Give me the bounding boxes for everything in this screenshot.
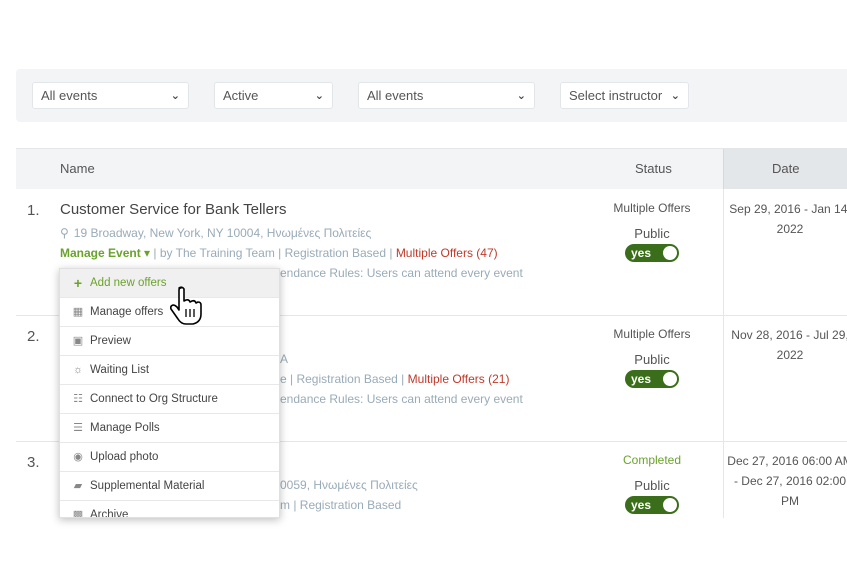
menu-item-label: Manage Polls (90, 422, 160, 434)
visibility-label: Public (634, 478, 670, 493)
event-title[interactable]: Customer Service for Bank Tellers (60, 201, 286, 218)
folder-icon: ▰ (73, 479, 83, 492)
users-icon: ☼ (72, 363, 84, 376)
status-filter-value: Active (223, 88, 259, 103)
toggle-label: yes (631, 498, 652, 512)
toggle-knob (663, 498, 677, 512)
event-address: A (280, 352, 289, 366)
hand-cursor-icon (169, 285, 204, 332)
chevron-down-icon: ⌄ (670, 90, 680, 102)
menu-item-label: Connect to Org Structure (90, 393, 218, 405)
menu-item-upload-photo[interactable]: ◉ Upload photo (60, 443, 279, 472)
menu-item-label: Supplemental Material (90, 480, 205, 492)
events-filter-2-select[interactable]: All events ⌄ (358, 82, 535, 109)
date-cell: Sep 29, 2016 - Jan 14, 2022 (723, 189, 847, 315)
offers-link[interactable]: Multiple Offers (21) (408, 372, 510, 386)
events-filter-value: All events (41, 88, 98, 103)
menu-item-label: Waiting List (90, 364, 150, 376)
row-number: 1. (27, 202, 40, 219)
toggle-label: yes (631, 246, 652, 260)
date-text: Dec 27, 2016 06:00 AM - Dec 27, 2016 02:… (727, 454, 847, 508)
public-toggle[interactable]: yes (625, 496, 679, 514)
table-header: Name Status Date (16, 148, 847, 189)
menu-item-label: Manage offers (90, 306, 164, 318)
menu-item-connect-org-structure[interactable]: ☷ Connect to Org Structure (60, 385, 279, 414)
event-address: ⚲ 19 Broadway, New York, NY 10004, Ηνωμέν… (60, 226, 371, 240)
event-organizer: | by The Training Team | Registration Ba… (153, 246, 393, 260)
chevron-down-icon: ⌄ (516, 90, 526, 102)
row-number: 3. (27, 454, 40, 471)
date-text: Nov 28, 2016 - Jul 29, 2022 (731, 328, 847, 362)
name-column-header[interactable]: Name (60, 161, 95, 176)
menu-item-label: Upload photo (90, 451, 159, 463)
status-text: Multiple Offers (613, 201, 691, 215)
event-organizer: e | Registration Based | (280, 372, 405, 386)
date-cell: Nov 28, 2016 - Jul 29, 2022 (723, 315, 847, 441)
public-toggle[interactable]: yes (625, 370, 679, 388)
preview-icon: ▣ (72, 334, 84, 347)
date-column-header[interactable]: Date (772, 161, 799, 176)
status-text: Completed (622, 453, 682, 467)
visibility-label: Public (634, 226, 670, 241)
date-text: Sep 29, 2016 - Jan 14, 2022 (729, 202, 847, 236)
instructor-filter-value: Select instructor (569, 88, 663, 103)
chevron-down-icon: ⌄ (314, 90, 324, 102)
event-meta: Manage Event ▾ | by The Training Team | … (60, 246, 498, 260)
event-address: 0059, Ηνωμένες Πολιτείες (280, 478, 418, 492)
plus-icon: + (73, 274, 83, 291)
menu-item-label: Preview (90, 335, 131, 347)
event-meta: e | Registration Based | Multiple Offers… (280, 372, 509, 386)
calendar-icon: ▦ (72, 305, 84, 318)
manage-event-label: Manage Event (60, 246, 141, 260)
attendance-rules: endance Rules: Users can attend every ev… (280, 392, 523, 406)
offers-link[interactable]: Multiple Offers (47) (396, 246, 498, 260)
status-filter-select[interactable]: Active ⌄ (214, 82, 333, 109)
toggle-knob (663, 372, 677, 386)
status-column-header[interactable]: Status (635, 161, 672, 176)
chevron-down-icon: ⌄ (170, 90, 180, 102)
caret-down-icon: ▾ (144, 246, 151, 260)
event-meta: m | Registration Based (280, 498, 402, 512)
location-pin-icon: ⚲ (60, 226, 69, 240)
org-structure-icon: ☷ (73, 392, 83, 405)
events-filter-select[interactable]: All events ⌄ (32, 82, 189, 109)
toggle-label: yes (631, 372, 652, 386)
visibility-label: Public (634, 352, 670, 367)
menu-item-label: Add new offers (90, 277, 167, 289)
archive-icon: ▩ (72, 508, 84, 518)
date-cell: Dec 27, 2016 06:00 AM - Dec 27, 2016 02:… (723, 441, 847, 518)
events-filter-2-value: All events (367, 88, 424, 103)
chart-icon: ☰ (73, 421, 83, 434)
attendance-rules: endance Rules: Users can attend every ev… (280, 266, 523, 280)
menu-item-archive[interactable]: ▩ Archive (60, 501, 279, 518)
status-text: Multiple Offers (613, 327, 691, 341)
instructor-filter-select[interactable]: Select instructor ⌄ (560, 82, 689, 109)
row-number: 2. (27, 328, 40, 345)
camera-icon: ◉ (73, 450, 83, 463)
public-toggle[interactable]: yes (625, 244, 679, 262)
menu-item-manage-polls[interactable]: ☰ Manage Polls (60, 414, 279, 443)
menu-item-supplemental-material[interactable]: ▰ Supplemental Material (60, 472, 279, 501)
filter-bar: All events ⌄ Active ⌄ All events ⌄ Selec… (16, 69, 847, 122)
menu-item-label: Archive (90, 509, 129, 518)
menu-item-waiting-list[interactable]: ☼ Waiting List (60, 356, 279, 385)
address-text: 19 Broadway, New York, NY 10004, Ηνωμένε… (73, 226, 372, 240)
toggle-knob (663, 246, 677, 260)
manage-event-button[interactable]: Manage Event ▾ (60, 246, 150, 260)
